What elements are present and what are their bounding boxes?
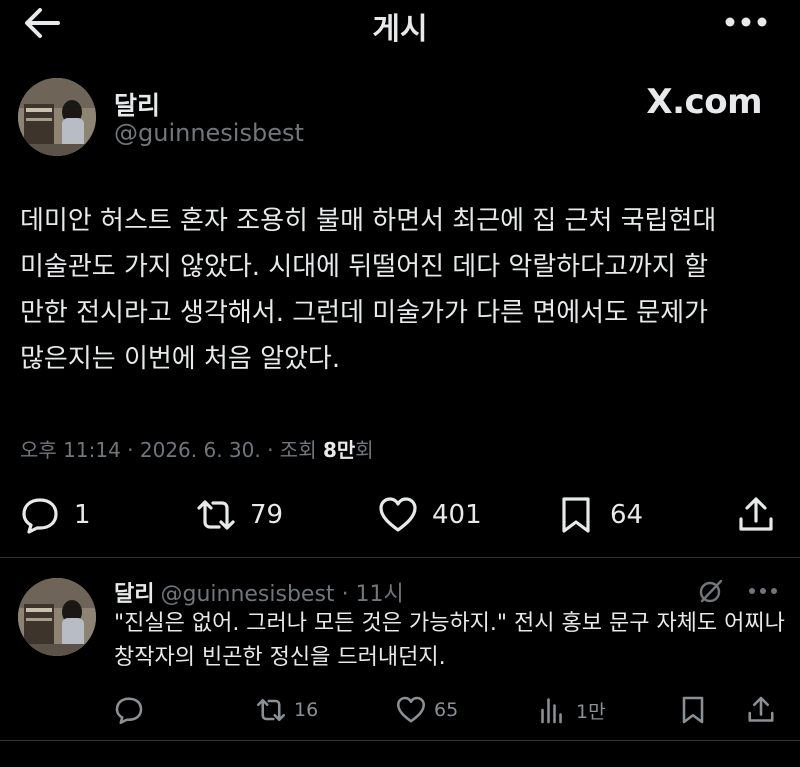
reply-views-button[interactable]: 1만 (538, 690, 606, 730)
author-handle[interactable]: @guinnesisbest (114, 119, 304, 147)
repost-count: 79 (250, 500, 284, 530)
post-text: 데미안 허스트 혼자 조용히 불매 하면서 최근에 집 근처 국립현대 미술관도… (20, 206, 717, 374)
bar-chart-icon (541, 698, 562, 724)
reply-count: 1 (74, 500, 91, 530)
avatar[interactable] (18, 78, 96, 156)
reply-button[interactable]: 1 (20, 488, 91, 542)
bookmark-icon (682, 696, 704, 724)
x-com-watermark: X.com (646, 82, 762, 122)
heart-icon (379, 497, 417, 532)
reply-avatar[interactable] (18, 578, 96, 656)
share-button[interactable] (736, 488, 776, 542)
top-bar: 게시 (0, 0, 800, 48)
reply-author-handle[interactable]: @guinnesisbest (160, 582, 334, 607)
grok-slash-icon[interactable] (698, 578, 724, 604)
bookmark-button[interactable]: 64 (556, 488, 643, 542)
reply-header: 달리 @guinnesisbest · 11시 (114, 576, 404, 608)
speech-bubble-icon (22, 498, 58, 534)
bookmark-count: 64 (610, 500, 644, 530)
like-button[interactable]: 401 (378, 488, 482, 542)
share-upload-icon (748, 696, 774, 722)
heart-icon (396, 696, 426, 723)
divider (0, 557, 800, 558)
reply-text: "진실은 없어. 그러나 모든 것은 가능하지." 전시 홍보 문구 자체도 어… (114, 611, 785, 670)
reply-repost-button[interactable]: 16 (256, 690, 318, 730)
reply-bookmark-button[interactable] (678, 690, 708, 730)
reply-view-count: 1만 (576, 700, 606, 723)
ellipsis-icon[interactable] (724, 16, 768, 28)
reply-like-count: 65 (434, 699, 459, 721)
post-timestamp: 오후 11:14 · 2026. 6. 30. · 조회 (20, 438, 323, 462)
view-count: 8만 (322, 438, 356, 462)
reply-action-bar: 16 65 1만 (0, 690, 800, 730)
ellipsis-icon[interactable] (748, 586, 778, 596)
repost-arrows-icon (256, 698, 286, 722)
like-count: 401 (432, 500, 482, 530)
page-title: 게시 (372, 12, 428, 47)
speech-bubble-icon (115, 697, 143, 725)
reply-author-name[interactable]: 달리 (114, 582, 154, 607)
reply-repost-count: 16 (294, 699, 319, 721)
share-upload-icon (739, 497, 773, 531)
bookmark-icon (562, 497, 590, 533)
repost-button[interactable]: 79 (196, 488, 283, 542)
reply-reply-button[interactable] (114, 690, 152, 730)
reply-share-button[interactable] (746, 690, 776, 730)
reply-timestamp: · 11시 (341, 582, 404, 607)
view-count-suffix: 회 (355, 438, 374, 462)
post-action-bar: 1 79 401 64 (0, 488, 800, 542)
post-metadata: 오후 11:14 · 2026. 6. 30. · 조회 8만회 (20, 434, 374, 463)
reply-like-button[interactable]: 65 (396, 690, 458, 730)
author-name[interactable]: 달리 (114, 86, 160, 122)
repost-arrows-icon (197, 500, 235, 530)
divider (0, 740, 800, 741)
